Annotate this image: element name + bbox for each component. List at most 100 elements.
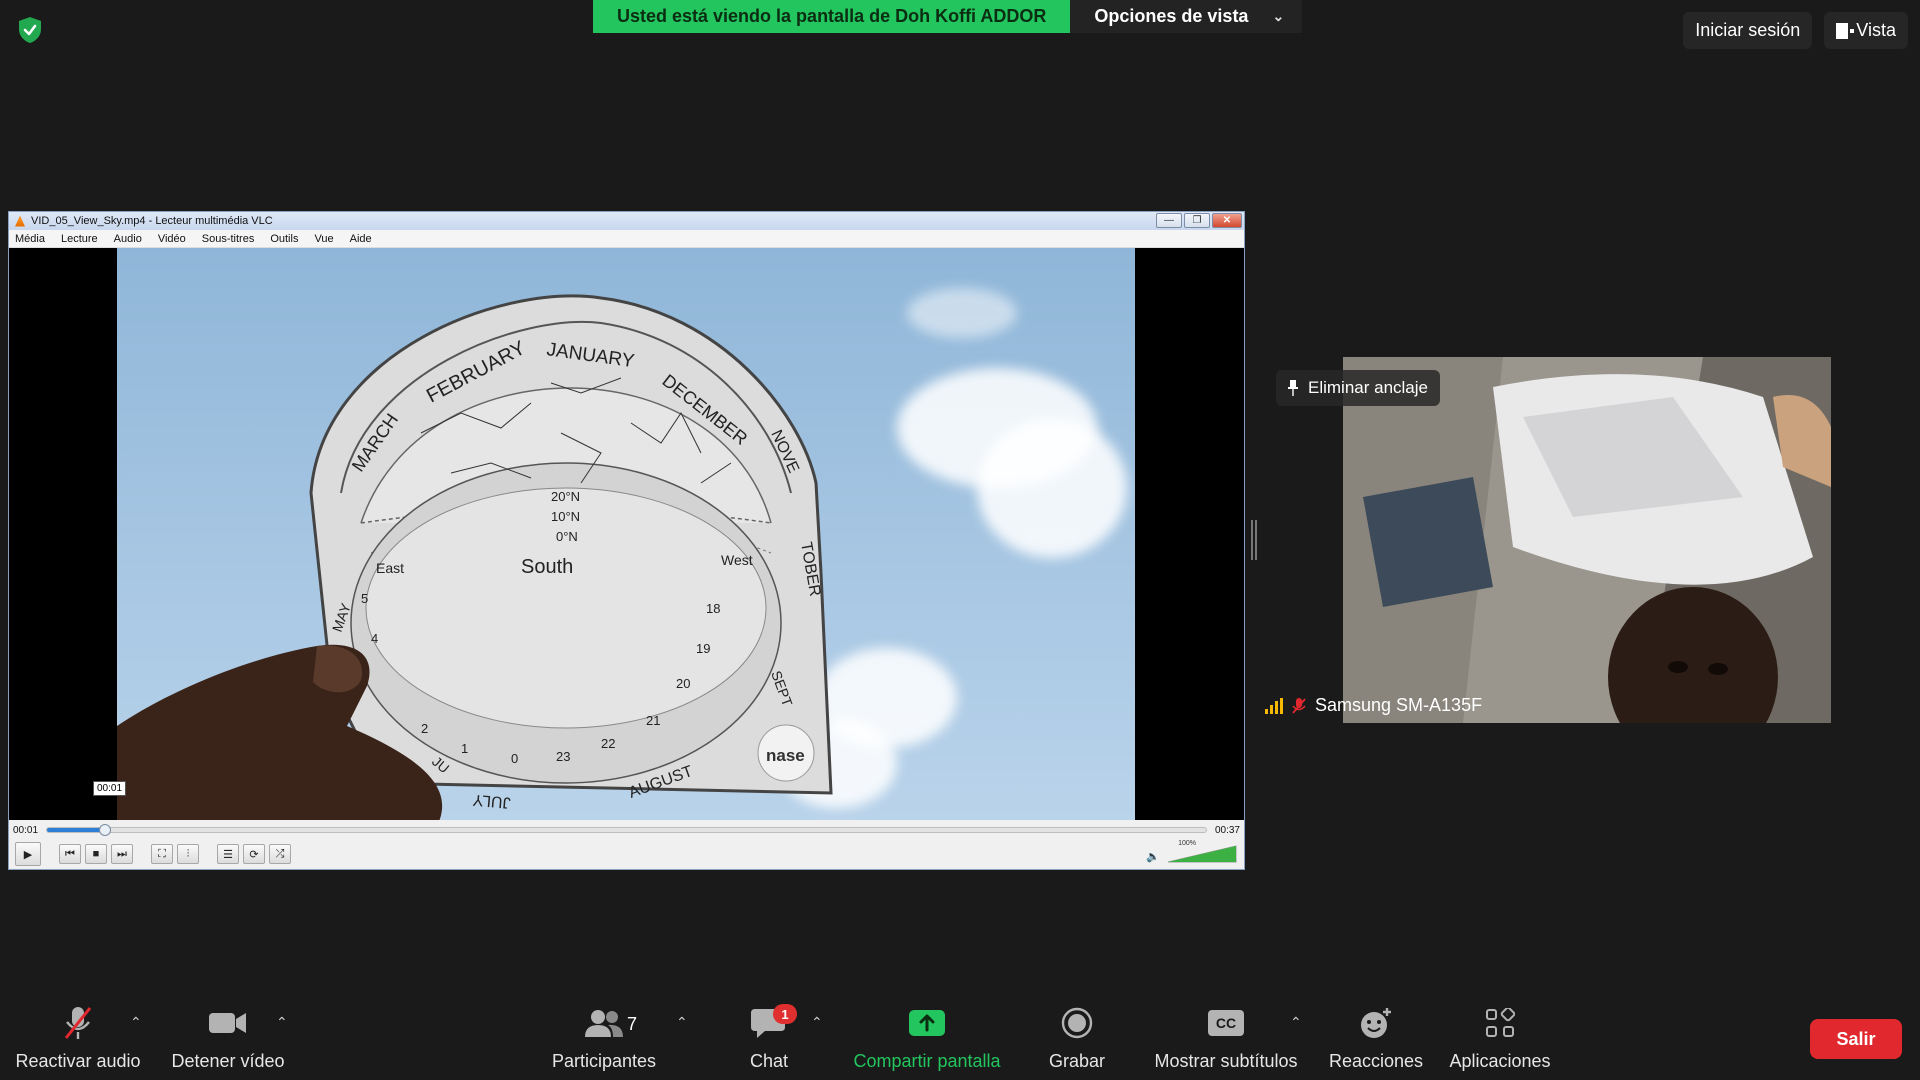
participants-count: 7 <box>627 1014 638 1034</box>
stop-button[interactable]: ■ <box>85 844 107 864</box>
fullscreen-button[interactable]: ⛶ <box>151 844 173 864</box>
extended-settings-button[interactable]: ⫶ <box>177 844 199 864</box>
elapsed-time: 00:01 <box>13 824 39 836</box>
vlc-menu-bar: Média Lecture Audio Vidéo Sous-titres Ou… <box>9 230 1244 248</box>
participants-icon <box>582 1003 626 1043</box>
reaction-smiley-icon <box>1354 1003 1398 1043</box>
chevron-down-icon: ⌄ <box>1272 8 1285 24</box>
pin-icon <box>1288 380 1298 396</box>
participants-button[interactable]: Participantes <box>546 990 662 1080</box>
hour-5: 5 <box>361 591 368 606</box>
hour-18: 18 <box>706 601 720 616</box>
view-options-label: Opciones de vista <box>1094 6 1249 26</box>
reactions-button[interactable]: Reacciones <box>1326 990 1426 1080</box>
audio-options-chevron-icon[interactable]: ⌃ <box>130 1014 142 1031</box>
chat-unread-badge: 1 <box>773 1004 797 1024</box>
menu-view[interactable]: Vue <box>314 233 341 245</box>
seek-progress-fill <box>47 828 105 832</box>
apps-grid-icon <box>1478 1003 1522 1043</box>
viewing-screen-label: Usted está viendo la pantalla de Doh Kof… <box>593 0 1071 33</box>
captions-icon-text: CC <box>1216 1015 1236 1031</box>
captions-options-chevron-icon[interactable]: ⌃ <box>1290 1014 1302 1031</box>
show-captions-label: Mostrar subtítulos <box>1154 1051 1298 1071</box>
vlc-title-bar[interactable]: VID_05_View_Sky.mp4 - Lecteur multimédia… <box>9 212 1244 230</box>
menu-lecture[interactable]: Lecture <box>61 233 106 245</box>
meeting-toolbar: Reactivar audio ⌃ Detener vídeo ⌃ Partic… <box>0 990 1920 1080</box>
participants-label: Participantes <box>551 1051 657 1071</box>
unmute-audio-button[interactable]: Reactivar audio <box>10 990 146 1080</box>
direction-west: West <box>721 552 753 568</box>
view-options-button[interactable]: Opciones de vista ⌄ <box>1070 0 1303 33</box>
apps-button[interactable]: Aplicaciones <box>1442 990 1558 1080</box>
previous-button[interactable]: ⏮ <box>59 844 81 864</box>
play-button[interactable]: ▶ <box>15 842 41 866</box>
chat-label: Chat <box>749 1051 789 1071</box>
view-button[interactable]: Vista <box>1824 12 1908 49</box>
leave-meeting-button[interactable]: Salir <box>1810 1019 1902 1059</box>
record-button[interactable]: Grabar <box>1036 990 1118 1080</box>
seek-hover-time: 00:01 <box>93 781 127 796</box>
view-label: Vista <box>1856 20 1896 40</box>
vlc-window-title: VID_05_View_Sky.mp4 - Lecteur multimédia… <box>31 215 273 227</box>
direction-south: South <box>521 556 573 578</box>
participant-video[interactable] <box>1343 357 1831 723</box>
video-area[interactable]: FEBRUARY JANUARY DECEMBER MARCH NOVE TOB… <box>9 248 1244 820</box>
share-screen-icon <box>905 1003 949 1043</box>
speaker-icon[interactable]: 🔈 <box>1146 850 1160 863</box>
zoom-meeting-window: Usted está viendo la pantalla de Doh Kof… <box>0 0 1920 1080</box>
video-camera-icon <box>206 1003 250 1043</box>
menu-video[interactable]: Vidéo <box>158 233 194 245</box>
seek-handle[interactable] <box>98 824 111 836</box>
playlist-button[interactable]: ☰ <box>217 844 239 864</box>
next-button[interactable]: ⏭ <box>111 844 133 864</box>
minimize-button[interactable]: — <box>1156 213 1182 228</box>
vlc-player-window: VID_05_View_Sky.mp4 - Lecteur multimédia… <box>8 211 1245 870</box>
lat-20n: 20°N <box>551 489 580 504</box>
hand-image <box>117 644 442 820</box>
closed-captions-icon: CC <box>1204 1003 1248 1043</box>
stop-video-button[interactable]: Detener vídeo <box>164 990 292 1080</box>
unpin-button[interactable]: Eliminar anclaje <box>1276 370 1440 406</box>
share-screen-button[interactable]: Compartir pantalla <box>842 990 1012 1080</box>
close-button[interactable]: ✕ <box>1212 213 1242 228</box>
mic-muted-icon <box>1292 697 1306 714</box>
vlc-seek-bar: 00:01 00:37 <box>9 820 1244 840</box>
unpin-label: Eliminar anclaje <box>1308 378 1428 397</box>
chat-options-chevron-icon[interactable]: ⌃ <box>811 1014 823 1031</box>
nase-logo-text: nase <box>766 746 805 765</box>
sign-in-button[interactable]: Iniciar sesión <box>1683 12 1813 49</box>
video-options-chevron-icon[interactable]: ⌃ <box>276 1014 288 1031</box>
leave-meeting-label: Salir <box>1836 1028 1876 1049</box>
reactions-label: Reacciones <box>1328 1051 1424 1071</box>
hour-22: 22 <box>601 736 615 751</box>
total-time: 00:37 <box>1214 824 1240 836</box>
menu-help[interactable]: Aide <box>350 233 380 245</box>
loop-button[interactable]: ⟳ <box>243 844 265 864</box>
participants-options-chevron-icon[interactable]: ⌃ <box>676 1014 688 1031</box>
hour-20: 20 <box>676 676 690 691</box>
restore-button[interactable]: ❐ <box>1184 213 1210 228</box>
shuffle-button[interactable]: ⤮ <box>269 844 291 864</box>
panel-resize-handle[interactable] <box>1251 520 1257 560</box>
menu-media[interactable]: Média <box>15 233 53 245</box>
menu-audio[interactable]: Audio <box>114 233 150 245</box>
apps-label: Aplicaciones <box>1449 1051 1551 1071</box>
show-captions-button[interactable]: CC Mostrar subtítulos <box>1146 990 1306 1080</box>
view-layout-icon <box>1836 22 1855 39</box>
participant-name: Samsung SM-A135F <box>1315 695 1483 715</box>
record-icon <box>1055 1003 1099 1043</box>
screen-share-banner: Usted está viendo la pantalla de Doh Kof… <box>593 0 1303 33</box>
participant-name-tag: Samsung SM-A135F <box>1265 695 1482 716</box>
participant-camera-feed <box>1343 357 1831 723</box>
security-shield-icon[interactable] <box>14 14 46 46</box>
hour-19: 19 <box>696 641 710 656</box>
menu-tools[interactable]: Outils <box>270 233 306 245</box>
seek-slider[interactable] <box>46 824 1207 836</box>
unmute-audio-label: Reactivar audio <box>15 1051 141 1071</box>
volume-slider[interactable] <box>1168 842 1238 864</box>
window-controls: — ❐ ✕ <box>1156 213 1242 228</box>
sign-in-label: Iniciar sesión <box>1695 20 1801 40</box>
chat-button[interactable]: Chat <box>729 990 809 1080</box>
menu-subtitles[interactable]: Sous-titres <box>202 233 263 245</box>
mic-muted-icon <box>56 1003 100 1043</box>
